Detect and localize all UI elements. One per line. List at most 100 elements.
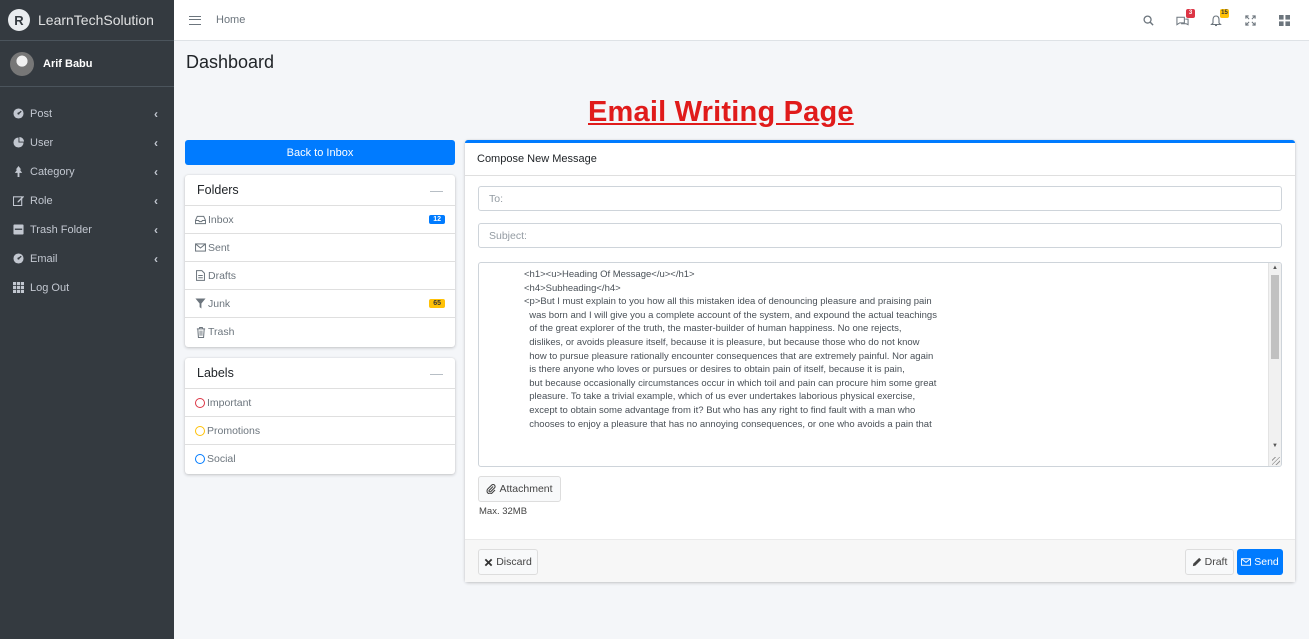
folder-item-inbox[interactable]: Inbox 12 [185, 206, 455, 234]
sidebar-item-trash-folder[interactable]: Trash Folder ‹ [0, 215, 174, 244]
home-link[interactable]: Home [216, 14, 245, 26]
folder-label: Sent [208, 241, 230, 254]
sidebar-item-label: Category [30, 165, 75, 178]
close-icon [484, 558, 493, 567]
folder-label: Trash [208, 326, 235, 338]
hamburger-menu-icon[interactable] [189, 15, 201, 25]
scroll-down-arrow-icon[interactable]: ▼ [1272, 443, 1278, 449]
envelope-icon [1241, 558, 1252, 566]
compose-card: Compose New Message To: Subject: <h1><u>… [465, 140, 1295, 582]
labels-card: Labels — Important Promotions Social [185, 358, 455, 474]
user-name: Arif Babu [43, 57, 93, 70]
brand-name: LearnTechSolution [38, 12, 154, 28]
messages-icon[interactable]: 3 [1175, 8, 1195, 28]
sidebar-item-label: Log Out [30, 281, 70, 294]
sidebar-item-email[interactable]: Email ‹ [0, 244, 174, 273]
max-size-note: Max. 32MB [479, 506, 528, 517]
sidebar-item-label: User [30, 136, 54, 149]
sidebar-item-label: Role [30, 194, 53, 207]
folders-title: Folders [197, 183, 239, 197]
file-icon [195, 270, 206, 281]
circle-icon [195, 397, 205, 408]
messages-badge: 3 [1186, 8, 1195, 18]
folders-header: Folders — [185, 175, 455, 206]
tachometer-icon [13, 253, 24, 264]
user-panel[interactable]: Arif Babu [0, 41, 174, 87]
notifications-icon[interactable]: 15 [1209, 8, 1229, 28]
send-label: Send [1254, 556, 1279, 568]
chevron-left-icon: ‹ [154, 193, 158, 208]
folder-item-trash[interactable]: Trash [185, 318, 455, 346]
send-button[interactable]: Send [1237, 549, 1283, 575]
labels-header: Labels — [185, 358, 455, 389]
to-field[interactable]: To: [478, 186, 1282, 211]
resize-handle-icon[interactable] [1272, 457, 1280, 465]
junk-count-badge: 65 [429, 299, 445, 308]
sidebar-item-label: Post [30, 107, 53, 120]
scroll-up-arrow-icon[interactable]: ▲ [1272, 265, 1278, 271]
sidebar-item-category[interactable]: Category ‹ [0, 157, 174, 186]
message-body-textarea[interactable]: <h1><u>Heading Of Message</u></h1> <h4>S… [478, 262, 1282, 467]
sidebar-nav: Post ‹ User ‹ Category ‹ Role ‹ Trash Fo… [0, 87, 174, 302]
labels-title: Labels [197, 366, 234, 380]
search-icon[interactable] [1141, 14, 1155, 28]
subject-field[interactable]: Subject: [478, 223, 1282, 248]
folder-label: Junk [208, 297, 231, 310]
attachment-label: Attachment [499, 483, 553, 495]
sidebar-item-label: Trash Folder [30, 223, 92, 236]
notifications-badge: 15 [1220, 8, 1229, 18]
trash-icon [195, 326, 206, 338]
pencil-icon [1192, 557, 1202, 567]
chevron-left-icon: ‹ [154, 135, 158, 150]
message-body-text: <h1><u>Heading Of Message</u></h1> <h4>S… [524, 269, 937, 430]
chevron-left-icon: ‹ [154, 106, 158, 121]
discard-button[interactable]: Discard [478, 549, 538, 575]
grid-icon [13, 282, 24, 293]
chevron-left-icon: ‹ [154, 251, 158, 266]
label-item-social[interactable]: Social [185, 445, 455, 473]
top-navbar: Home 3 15 [174, 0, 1309, 41]
chevron-left-icon: ‹ [154, 164, 158, 179]
draft-button[interactable]: Draft [1185, 549, 1234, 575]
paperclip-icon [486, 484, 496, 494]
back-to-inbox-button[interactable]: Back to Inbox [185, 140, 455, 165]
apps-grid-icon[interactable] [1277, 14, 1291, 28]
folder-label: Drafts [208, 269, 237, 282]
sidebar-item-role[interactable]: Role ‹ [0, 186, 174, 215]
chevron-left-icon: ‹ [154, 222, 158, 237]
compose-title: Compose New Message [477, 153, 597, 165]
envelope-icon [195, 242, 206, 253]
sidebar-item-user[interactable]: User ‹ [0, 128, 174, 157]
attachment-button[interactable]: Attachment [478, 476, 561, 502]
trash-folder-icon [13, 224, 24, 235]
sidebar-item-post[interactable]: Post ‹ [0, 99, 174, 128]
editor-scrollbar[interactable]: ▲ ▼ [1268, 263, 1281, 466]
page-title: Dashboard [186, 52, 275, 72]
brand-link[interactable]: R LearnTechSolution [0, 0, 174, 41]
filter-icon [195, 298, 206, 309]
folder-item-drafts[interactable]: Drafts [185, 262, 455, 290]
label-item-important[interactable]: Important [185, 389, 455, 417]
folder-item-junk[interactable]: Junk 65 [185, 290, 455, 318]
navbar-right: 3 15 [1141, 0, 1291, 41]
edit-icon [13, 195, 24, 206]
sidebar-item-label: Email [30, 252, 58, 265]
circle-icon [195, 454, 205, 464]
collapse-icon[interactable]: — [430, 183, 443, 198]
folder-label: Inbox [208, 213, 234, 226]
circle-icon [195, 425, 205, 436]
folders-card: Folders — Inbox 12 Sent Drafts Junk 65 T… [185, 175, 455, 347]
label-item-promotions[interactable]: Promotions [185, 417, 455, 445]
scroll-thumb[interactable] [1271, 275, 1279, 359]
discard-label: Discard [496, 556, 532, 568]
page-banner-heading: Email Writing Page [588, 96, 854, 128]
tree-icon [13, 166, 24, 177]
compose-footer: Discard Draft Send [465, 539, 1295, 582]
fullscreen-icon[interactable] [1243, 14, 1257, 28]
folder-item-sent[interactable]: Sent [185, 234, 455, 262]
label-name: Important [207, 396, 252, 409]
sidebar: R LearnTechSolution Arif Babu Post ‹ Use… [0, 0, 174, 639]
label-name: Social [207, 453, 236, 465]
sidebar-item-log-out[interactable]: Log Out [0, 273, 174, 302]
collapse-icon[interactable]: — [430, 366, 443, 381]
